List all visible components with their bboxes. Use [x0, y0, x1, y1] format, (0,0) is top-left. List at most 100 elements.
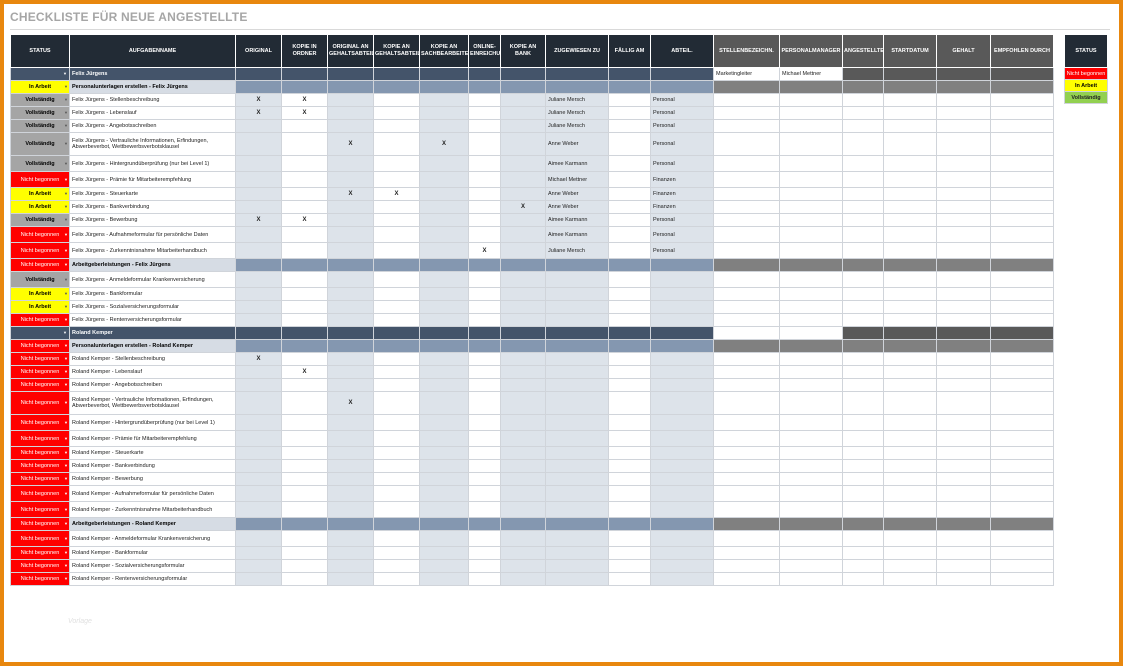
hr-cell[interactable]	[713, 242, 780, 259]
checkmark-cell[interactable]	[327, 459, 374, 473]
task-name[interactable]: Felix Jürgens - Steuerkarte	[69, 187, 236, 201]
assigned-to-cell[interactable]	[545, 572, 609, 586]
hr-cell[interactable]	[990, 119, 1054, 133]
department-cell[interactable]	[650, 271, 714, 288]
checkmark-cell[interactable]	[235, 171, 282, 188]
hr-cell[interactable]	[936, 446, 991, 460]
checkmark-cell[interactable]	[419, 459, 469, 473]
checkmark-cell[interactable]	[327, 546, 374, 560]
hr-cell[interactable]	[883, 313, 937, 327]
hr-cell[interactable]	[990, 378, 1054, 392]
checkmark-cell[interactable]	[281, 313, 328, 327]
task-name[interactable]: Roland Kemper - Stellenbeschreibung	[69, 352, 236, 366]
checkmark-cell[interactable]	[468, 485, 501, 502]
department-cell[interactable]: Personal	[650, 226, 714, 243]
assigned-to-cell[interactable]	[545, 546, 609, 560]
checkmark-cell[interactable]	[500, 132, 546, 156]
checkmark-cell[interactable]	[373, 242, 420, 259]
hr-cell[interactable]	[713, 313, 780, 327]
hr-cell[interactable]	[779, 414, 843, 431]
hr-cell[interactable]	[883, 378, 937, 392]
checkmark-cell[interactable]	[373, 472, 420, 486]
hr-cell[interactable]	[713, 572, 780, 586]
checkmark-cell[interactable]	[500, 459, 546, 473]
task-name[interactable]: Roland Kemper - Vertrauliche Information…	[69, 391, 236, 415]
department-cell[interactable]	[650, 378, 714, 392]
status-dropdown[interactable]: Nicht begonnen ▼	[10, 258, 70, 272]
hr-cell[interactable]	[842, 119, 884, 133]
due-date-cell[interactable]	[608, 106, 651, 120]
checkmark-cell[interactable]	[373, 119, 420, 133]
checkmark-cell[interactable]: X	[235, 106, 282, 120]
checkmark-cell[interactable]	[419, 213, 469, 227]
hr-cell[interactable]	[936, 242, 991, 259]
due-date-cell[interactable]	[608, 572, 651, 586]
hr-cell[interactable]	[883, 501, 937, 518]
hr-cell[interactable]	[779, 271, 843, 288]
checkmark-cell[interactable]: X	[235, 93, 282, 107]
hr-cell[interactable]	[779, 572, 843, 586]
hr-cell[interactable]	[990, 352, 1054, 366]
hr-cell[interactable]	[713, 187, 780, 201]
checkmark-cell[interactable]	[468, 226, 501, 243]
hr-cell[interactable]	[842, 93, 884, 107]
hr-cell[interactable]	[842, 472, 884, 486]
checkmark-cell[interactable]	[468, 271, 501, 288]
status-dropdown[interactable]: Vollständig ▼	[10, 155, 70, 172]
hr-cell[interactable]	[936, 391, 991, 415]
checkmark-cell[interactable]	[468, 106, 501, 120]
checkmark-cell[interactable]	[468, 187, 501, 201]
hr-cell[interactable]	[713, 213, 780, 227]
checkmark-cell[interactable]	[235, 559, 282, 573]
hr-cell[interactable]	[713, 501, 780, 518]
hr-cell[interactable]	[883, 391, 937, 415]
checkmark-cell[interactable]	[281, 485, 328, 502]
task-name[interactable]: Felix Jürgens - Zurkenntnisnahme Mitarbe…	[69, 242, 236, 259]
checkmark-cell[interactable]	[419, 271, 469, 288]
checkmark-cell[interactable]	[419, 93, 469, 107]
hr-cell[interactable]	[936, 300, 991, 314]
department-cell[interactable]: Personal	[650, 106, 714, 120]
due-date-cell[interactable]	[608, 414, 651, 431]
hr-cell[interactable]	[842, 171, 884, 188]
hr-cell[interactable]	[713, 446, 780, 460]
status-dropdown[interactable]: Nicht begonnen ▼	[10, 226, 70, 243]
checkmark-cell[interactable]	[500, 213, 546, 227]
checkmark-cell[interactable]	[327, 287, 374, 301]
hr-cell[interactable]	[936, 187, 991, 201]
status-dropdown[interactable]: Nicht begonnen ▼	[10, 430, 70, 447]
checkmark-cell[interactable]	[468, 287, 501, 301]
checkmark-cell[interactable]	[235, 226, 282, 243]
hr-cell[interactable]	[779, 378, 843, 392]
hr-cell[interactable]	[936, 271, 991, 288]
hr-cell[interactable]	[936, 430, 991, 447]
assigned-to-cell[interactable]	[545, 365, 609, 379]
hr-cell[interactable]	[842, 242, 884, 259]
hr-cell[interactable]	[842, 313, 884, 327]
status-dropdown[interactable]: Vollständig ▼	[10, 213, 70, 227]
department-cell[interactable]	[650, 430, 714, 447]
hr-cell[interactable]	[990, 559, 1054, 573]
checkmark-cell[interactable]	[468, 559, 501, 573]
hr-cell[interactable]	[842, 530, 884, 547]
hr-cell[interactable]	[936, 472, 991, 486]
hr-cell[interactable]	[990, 106, 1054, 120]
hr-cell[interactable]	[883, 485, 937, 502]
hr-cell[interactable]	[936, 530, 991, 547]
hr-cell[interactable]	[883, 472, 937, 486]
checkmark-cell[interactable]	[500, 501, 546, 518]
due-date-cell[interactable]	[608, 378, 651, 392]
hr-cell[interactable]	[990, 287, 1054, 301]
checkmark-cell[interactable]	[327, 572, 374, 586]
hr-cell[interactable]	[713, 391, 780, 415]
checkmark-cell[interactable]: X	[500, 200, 546, 214]
hr-cell[interactable]	[713, 414, 780, 431]
hr-cell[interactable]	[883, 559, 937, 573]
hr-cell[interactable]	[990, 572, 1054, 586]
department-cell[interactable]	[650, 559, 714, 573]
status-dropdown[interactable]: Nicht begonnen ▼	[10, 517, 70, 531]
checkmark-cell[interactable]	[500, 391, 546, 415]
checkmark-cell[interactable]	[500, 414, 546, 431]
checkmark-cell[interactable]	[500, 119, 546, 133]
checkmark-cell[interactable]	[235, 119, 282, 133]
